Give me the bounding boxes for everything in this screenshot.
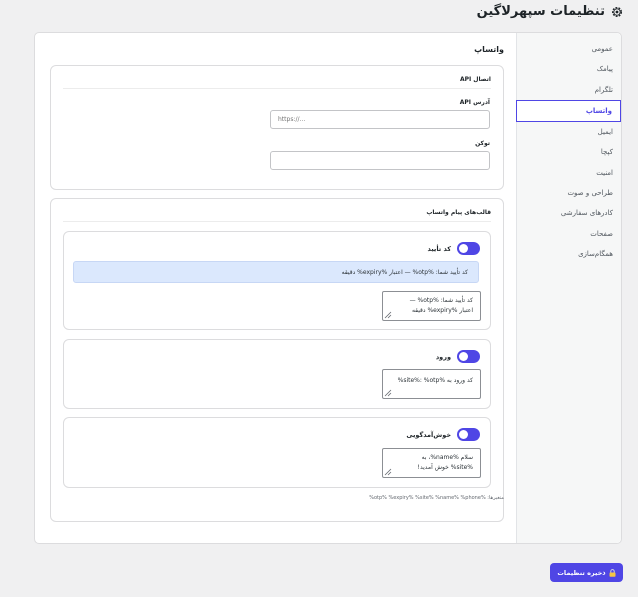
toggle-knob — [459, 352, 468, 361]
otp-toggle[interactable] — [457, 242, 480, 255]
sidebar-item-label: کادرهای سفارشی — [560, 209, 613, 218]
sidebar-item-label: واتساپ — [585, 106, 612, 115]
sidebar-item-pages[interactable]: صفحات — [517, 223, 621, 243]
sidebar-item-label: پیامک — [596, 65, 613, 74]
template-card-login: ورود کد ورود به %site%: %otp% — [63, 339, 491, 409]
sidebar-item-label: امنیت — [596, 168, 613, 177]
toggle-knob — [459, 430, 468, 439]
resize-handle-icon[interactable] — [384, 389, 392, 397]
sidebar-item-security[interactable]: امنیت — [517, 162, 621, 182]
sidebar-item-custom-fields[interactable]: کادرهای سفارشی — [517, 203, 621, 223]
page-header: تنظیمات سپهرلاگین — [477, 4, 624, 19]
sidebar-item-label: ایمیل — [597, 128, 613, 137]
sidebar-item-general[interactable]: عمومی — [517, 39, 621, 59]
otp-message-textarea[interactable]: کد تأیید شما: %otp% — اعتبار %expiry% دق… — [382, 291, 481, 321]
textarea-line: اعتبار %expiry% دقیقه — [411, 307, 473, 314]
api-connection-title: اتصال API — [63, 66, 491, 89]
section-title: واتساپ — [474, 45, 504, 54]
toggle-knob — [459, 244, 468, 253]
template-name: خوش‌آمدگویی — [406, 430, 451, 439]
sidebar-item-label: طراحی و صوت — [567, 188, 613, 197]
template-header: کد تأیید — [427, 242, 480, 255]
resize-handle-icon[interactable] — [384, 311, 392, 319]
sidebar-item-whatsapp[interactable]: واتساپ — [516, 99, 621, 122]
sidebar-item-label: همگام‌سازی — [578, 249, 613, 258]
token-input[interactable] — [270, 151, 490, 170]
template-header: ورود — [436, 350, 480, 363]
textarea-line: سلام %name%، به — [421, 454, 473, 461]
sidebar-item-sms[interactable]: پیامک — [517, 59, 621, 79]
sidebar-item-sync[interactable]: همگام‌سازی — [517, 244, 621, 264]
template-preview-text: کد تأیید شما: %otp% — اعتبار %expiry% دق… — [341, 268, 468, 276]
sidebar-item-label: صفحات — [590, 229, 613, 238]
template-card-welcome: خوش‌آمدگویی سلام %name%، به %site% خوش آ… — [63, 417, 491, 488]
sidebar-item-design[interactable]: طراحی و صوت — [517, 183, 621, 203]
gear-icon — [611, 6, 623, 17]
sidebar-item-telegram[interactable]: تلگرام — [517, 80, 621, 100]
api-address-label: آدرس API — [459, 99, 490, 106]
template-name: ورود — [435, 352, 451, 361]
settings-sidebar: عمومی پیامک تلگرام واتساپ ایمیل کپچا امن… — [516, 33, 621, 543]
sidebar-item-email[interactable]: ایمیل — [517, 122, 621, 142]
login-toggle[interactable] — [457, 350, 480, 363]
welcome-toggle[interactable] — [457, 428, 480, 441]
settings-card: عمومی پیامک تلگرام واتساپ ایمیل کپچا امن… — [34, 32, 622, 544]
lock-icon — [609, 568, 616, 577]
template-preview: کد تأیید شما: %otp% — اعتبار %expiry% دق… — [73, 261, 479, 283]
main-content: واتساپ اتصال API آدرس API توکن قالب‌های … — [35, 33, 518, 543]
api-connection-box: اتصال API آدرس API توکن — [50, 65, 504, 190]
templates-box: قالب‌های پیام واتساپ کد تأیید کد تأیید ش… — [50, 198, 504, 522]
login-message-textarea[interactable]: کد ورود به %site%: %otp% — [382, 369, 481, 399]
textarea-line: %site% خوش آمدید! — [417, 464, 473, 471]
variables-hint: متغیرها: %otp% %expiry% %site% %name% %p… — [369, 495, 504, 501]
textarea-line: کد ورود به %site%: %otp% — [397, 377, 473, 384]
sidebar-item-label: تلگرام — [594, 85, 613, 94]
api-address-input[interactable] — [270, 110, 490, 129]
sidebar-item-label: عمومی — [591, 45, 613, 54]
sidebar-item-captcha[interactable]: کپچا — [517, 142, 621, 162]
template-header: خوش‌آمدگویی — [406, 428, 480, 441]
template-name: کد تأیید — [427, 244, 451, 253]
textarea-line: کد تأیید شما: %otp% — — [409, 297, 473, 304]
token-label: توکن — [475, 140, 490, 147]
sidebar-item-label: کپچا — [600, 148, 613, 157]
resize-handle-icon[interactable] — [384, 468, 392, 476]
template-card-otp: کد تأیید کد تأیید شما: %otp% — اعتبار %e… — [63, 231, 491, 330]
save-settings-button[interactable]: ذخیره تنظیمات — [550, 563, 623, 582]
templates-title: قالب‌های پیام واتساپ — [63, 199, 491, 222]
save-settings-label: ذخیره تنظیمات — [557, 568, 606, 577]
welcome-message-textarea[interactable]: سلام %name%، به %site% خوش آمدید! — [382, 448, 481, 478]
page-title: تنظیمات سپهرلاگین — [476, 4, 605, 19]
